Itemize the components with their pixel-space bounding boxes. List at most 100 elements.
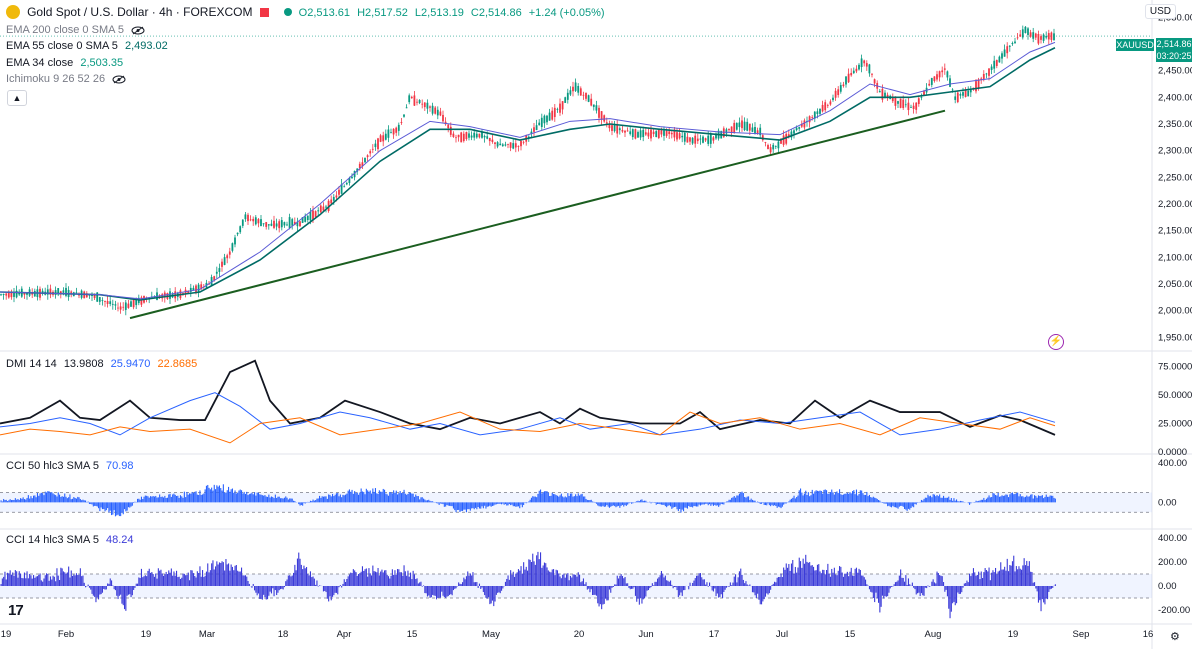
cci-bar xyxy=(637,586,639,599)
candle-body xyxy=(915,102,918,110)
cci-bar xyxy=(917,586,919,594)
hidden-eye-icon[interactable] xyxy=(112,75,126,84)
cci-bar xyxy=(933,582,936,586)
cci-bar xyxy=(727,501,729,503)
cci-bar xyxy=(420,497,422,503)
cci-bar xyxy=(259,586,261,599)
cci-bar xyxy=(385,493,387,503)
cci-bar xyxy=(998,496,1001,503)
cci-bar xyxy=(971,573,973,586)
cci-bar xyxy=(125,502,127,512)
cci-bar xyxy=(157,568,159,586)
candle-body xyxy=(270,223,273,226)
candle-body xyxy=(821,104,824,112)
cci-bar xyxy=(36,492,39,503)
cci-bar xyxy=(894,582,897,586)
cci-bar xyxy=(1006,494,1008,503)
cci-bar xyxy=(488,586,490,598)
candle-body xyxy=(491,139,494,142)
legend-ema200[interactable]: EMA 200 close 0 SMA 5 xyxy=(6,23,145,37)
cci-bar xyxy=(207,484,209,503)
cci-bar xyxy=(1050,586,1053,589)
cci-bar xyxy=(486,586,488,599)
currency-button[interactable]: USD xyxy=(1144,4,1176,19)
cci-bar xyxy=(592,501,594,503)
candle-body xyxy=(798,127,801,129)
candle-body xyxy=(478,133,481,138)
chart-canvas[interactable]: 2,550.002,500.002,450.002,400.002,350.00… xyxy=(0,0,1192,649)
cci-bar xyxy=(205,485,208,503)
cci-bar xyxy=(172,575,174,586)
cci-bar xyxy=(801,567,803,586)
hidden-eye-icon[interactable] xyxy=(131,26,145,35)
cci-bar xyxy=(829,492,832,503)
cci-bar xyxy=(376,493,378,503)
cci-bar xyxy=(230,564,232,586)
cci-bar xyxy=(1004,495,1006,503)
candle-body xyxy=(644,132,647,135)
cci-bar xyxy=(355,572,357,586)
cci-bar xyxy=(138,577,140,586)
cci-bar xyxy=(576,576,578,586)
candle-body xyxy=(647,132,650,137)
cci-bar xyxy=(1054,498,1056,503)
lightning-icon[interactable]: ⚡ xyxy=(1048,334,1064,350)
legend-dmi[interactable]: DMI 14 14 13.9808 25.9470 22.8685 xyxy=(6,357,201,371)
legend-ema34[interactable]: EMA 34 close 2,503.35 xyxy=(6,56,127,70)
candle-body xyxy=(936,74,938,80)
cci-bar xyxy=(200,494,202,503)
candle-body xyxy=(314,211,317,217)
cci-bar xyxy=(723,502,725,505)
candle-body xyxy=(660,130,663,135)
cci-bar xyxy=(702,579,704,586)
cci-bar xyxy=(982,499,984,503)
cci-bar xyxy=(450,586,452,595)
cci-bar xyxy=(567,573,569,586)
cci-bar xyxy=(546,567,548,586)
candle-body xyxy=(556,108,559,110)
legend-ema55[interactable]: EMA 55 close 0 SMA 5 2,493.02 xyxy=(6,39,172,53)
cci-bar xyxy=(415,494,417,503)
cci-bar xyxy=(517,569,520,586)
candle-body xyxy=(223,257,226,265)
cci-bar xyxy=(134,586,136,588)
cci-bar xyxy=(722,502,724,505)
collapse-legend-button[interactable]: ▲ xyxy=(7,90,27,106)
cci-bar xyxy=(423,585,425,586)
cci-bar xyxy=(840,494,842,503)
cci-bar xyxy=(950,498,952,503)
cci-bar xyxy=(640,499,642,503)
cci-bar xyxy=(10,500,13,503)
tradingview-logo[interactable]: 17 xyxy=(8,602,24,619)
candle-body xyxy=(494,142,496,145)
legend-ichimoku[interactable]: Ichimoku 9 26 52 26 xyxy=(6,72,126,86)
cci-bar xyxy=(667,580,669,586)
cci-bar xyxy=(965,583,967,586)
cci-bar xyxy=(709,502,711,505)
cci-bar xyxy=(809,496,811,503)
cci-bar xyxy=(984,568,986,586)
cci-bar xyxy=(62,571,65,586)
candle-body xyxy=(275,223,278,227)
cci-bar xyxy=(1005,494,1007,503)
settings-icon[interactable]: ⚙ xyxy=(1170,630,1180,643)
flag-icon[interactable] xyxy=(259,8,269,17)
cci-bar xyxy=(949,586,951,619)
cci-bar xyxy=(222,562,224,586)
cci-bar xyxy=(941,576,943,586)
cci-bar xyxy=(521,502,523,508)
cci-bar xyxy=(566,497,568,503)
cci-bar xyxy=(936,495,938,503)
cci-bar xyxy=(139,577,141,586)
cci-bar xyxy=(350,491,352,503)
symbol-title[interactable]: Gold Spot / U.S. Dollar · 4h · FOREXCOM xyxy=(27,5,252,19)
candle-body xyxy=(104,301,106,302)
cci-bar xyxy=(528,501,530,503)
legend-cci50[interactable]: CCI 50 hlc3 SMA 5 70.98 xyxy=(6,459,138,473)
candle-body xyxy=(681,135,684,138)
candle-body xyxy=(1014,41,1016,43)
legend-cci14[interactable]: CCI 14 hlc3 SMA 5 48.24 xyxy=(6,533,138,547)
cci-bar xyxy=(289,575,291,586)
cci-bar xyxy=(732,497,734,503)
cci-bar xyxy=(624,502,626,506)
